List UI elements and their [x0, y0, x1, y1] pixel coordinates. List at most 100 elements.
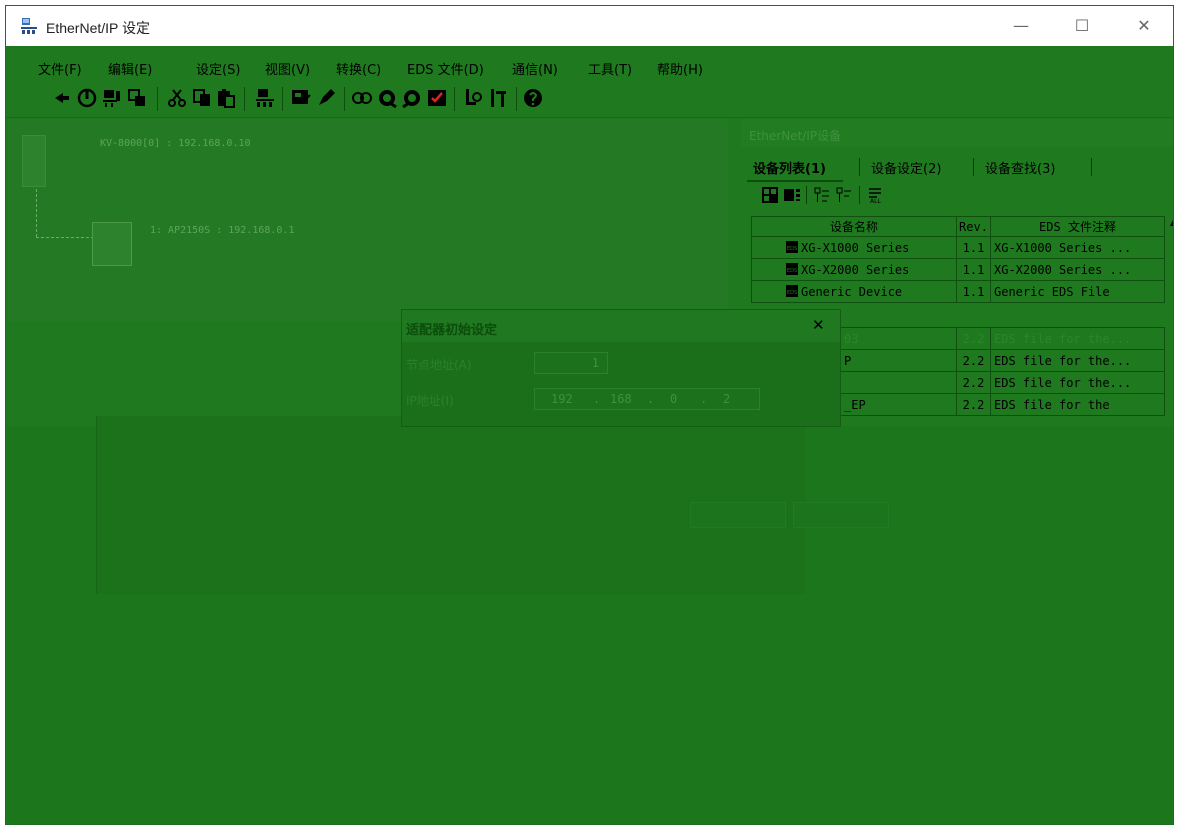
ip-octet-2: 168 [610, 392, 632, 406]
device-rev: 1.1 [956, 236, 991, 259]
dialog-close-button[interactable]: ✕ [812, 316, 830, 334]
power-icon[interactable] [76, 87, 98, 109]
ghost-cancel-button [793, 502, 889, 528]
scroll-up-icon[interactable]: ▲ [1168, 218, 1173, 232]
menu-settings[interactable]: 设定(S) [196, 59, 240, 78]
device-rev: 1.1 [956, 258, 991, 281]
pin-icon[interactable] [51, 87, 73, 109]
minimize-button[interactable]: — [999, 14, 1043, 38]
ip-octet-1: 192 [551, 392, 573, 406]
svg-text:EDS: EDS [787, 268, 797, 274]
device-comment: EDS file for the... [990, 371, 1165, 394]
download-icon[interactable] [401, 87, 423, 109]
tab-device-search[interactable]: 设备查找(3) [985, 158, 1055, 177]
menu-convert[interactable]: 转换(C) [336, 59, 381, 78]
column-header-eds-comment[interactable]: EDS 文件注释 [990, 216, 1165, 237]
help-icon[interactable] [522, 87, 544, 109]
plc-label: KV-8000[0] : 192.168.0.10 [100, 138, 251, 149]
device-comment: EDS file for the... [990, 327, 1165, 350]
svg-text:EDS: EDS [787, 290, 797, 296]
upload-icon[interactable] [376, 87, 398, 109]
device-comment: EDS file for the [990, 393, 1165, 416]
device-name: Generic Device [801, 285, 903, 299]
copy-icon[interactable] [191, 87, 213, 109]
column-header-device-name[interactable]: 设备名称 [751, 216, 957, 237]
panel-toolbar: ALL [741, 183, 1173, 209]
device-icon[interactable] [101, 87, 123, 109]
menu-eds-file[interactable]: EDS 文件(D) [407, 59, 484, 78]
close-button[interactable]: ✕ [1122, 14, 1166, 38]
sort-asc-icon[interactable] [813, 186, 831, 204]
ip-separator: . [593, 392, 601, 406]
svg-text:ALL: ALL [870, 198, 881, 204]
paste-icon[interactable] [215, 87, 237, 109]
ip-octet-4: 2 [723, 392, 731, 406]
menu-view[interactable]: 视图(V) [265, 59, 310, 78]
panel-tabs: 设备列表(1) 设备设定(2) 设备查找(3) [741, 154, 1173, 180]
device-rev: 1.1 [956, 280, 991, 303]
device-name: XG-X2000 Series [801, 263, 910, 277]
device-rev: 2.2 [956, 371, 991, 394]
device-comment: XG-X2000 Series ... [990, 258, 1165, 281]
eds-file-icon: EDS [785, 262, 799, 276]
grid-view-icon[interactable] [761, 186, 779, 204]
adapter-node[interactable] [92, 222, 132, 266]
tab-device-settings[interactable]: 设备设定(2) [871, 158, 941, 177]
title-bar: EtherNet/IP 设定 — ☐ ✕ [6, 6, 1173, 46]
device-comment: EDS file for the... [990, 349, 1165, 372]
adapter-initial-settings-dialog: 适配器初始设定 ✕ 节点地址(A) 1 IP地址(I) 192 . 168 . … [401, 309, 841, 427]
write-icon[interactable] [315, 87, 337, 109]
list-view-icon[interactable] [783, 186, 801, 204]
connect-icon[interactable] [351, 87, 373, 109]
window-title: EtherNet/IP 设定 [46, 20, 151, 36]
eds-file-icon: EDS [785, 284, 799, 298]
device-rev: 2.2 [956, 393, 991, 416]
ip-separator: . [647, 392, 655, 406]
menu-file[interactable]: 文件(F) [38, 59, 82, 78]
table-row[interactable]: EDS XG-X1000 Series 1.1 XG-X1000 Series .… [751, 236, 1165, 259]
node-address-input[interactable]: 1 [534, 352, 608, 374]
copy-device-icon[interactable] [126, 87, 148, 109]
panel-title: EtherNet/IP设备 [749, 129, 842, 143]
app-network-icon [21, 18, 37, 34]
panel-header: EtherNet/IP设备 [741, 119, 1173, 146]
device-rev: 2.2 [956, 327, 991, 350]
ip-address-input[interactable]: 192 . 168 . 0 . 2 [534, 388, 760, 410]
menu-tools[interactable]: 工具(T) [588, 59, 632, 78]
settings-icon[interactable] [488, 87, 510, 109]
svg-text:EDS: EDS [787, 246, 797, 252]
device-panel: EtherNet/IP设备 设备列表(1) 设备设定(2) 设备查找(3) AL… [741, 119, 1173, 322]
monitor-icon[interactable] [290, 87, 312, 109]
active-tab-indicator [747, 180, 843, 182]
ip-separator: . [700, 392, 708, 406]
tab-device-list[interactable]: 设备列表(1) [753, 158, 826, 177]
device-table: 设备名称 Rev. EDS 文件注释 EDS XG-X1000 Series 1.… [751, 216, 1165, 303]
cut-icon[interactable] [166, 87, 188, 109]
table-row[interactable]: EDS Generic Device 1.1 Generic EDS File [751, 280, 1165, 303]
node-address-label: 节点地址(A) [406, 358, 472, 372]
device-name: XG-X1000 Series [801, 241, 910, 255]
network-icon[interactable] [254, 87, 276, 109]
device-comment: XG-X1000 Series ... [990, 236, 1165, 259]
menu-edit[interactable]: 编辑(E) [108, 59, 152, 78]
find-icon[interactable] [463, 87, 485, 109]
column-header-rev[interactable]: Rev. [956, 216, 991, 237]
menu-help[interactable]: 帮助(H) [657, 59, 703, 78]
ip-address-label: IP地址(I) [406, 394, 454, 408]
network-canvas[interactable]: KV-8000[0] : 192.168.0.10 1: AP2150S : 1… [8, 119, 728, 322]
device-rev: 2.2 [956, 349, 991, 372]
filter-all-icon[interactable]: ALL [867, 186, 885, 204]
menu-bar: 文件(F) 编辑(E) 设定(S) 视图(V) 转换(C) EDS 文件(D) … [6, 46, 1173, 81]
dialog-titlebar[interactable]: 适配器初始设定 ✕ [402, 310, 840, 342]
check-icon[interactable] [426, 87, 448, 109]
maximize-button[interactable]: ☐ [1060, 14, 1104, 38]
menu-communication[interactable]: 通信(N) [512, 59, 558, 78]
adapter-label: 1: AP2150S : 192.168.0.1 [150, 225, 295, 236]
plc-node[interactable] [22, 135, 46, 187]
sort-desc-icon[interactable] [835, 186, 853, 204]
network-link [36, 237, 94, 238]
device-comment: Generic EDS File [990, 280, 1165, 303]
network-link [36, 189, 37, 237]
table-row[interactable]: EDS XG-X2000 Series 1.1 XG-X2000 Series .… [751, 258, 1165, 281]
dialog-title: 适配器初始设定 [406, 323, 498, 338]
